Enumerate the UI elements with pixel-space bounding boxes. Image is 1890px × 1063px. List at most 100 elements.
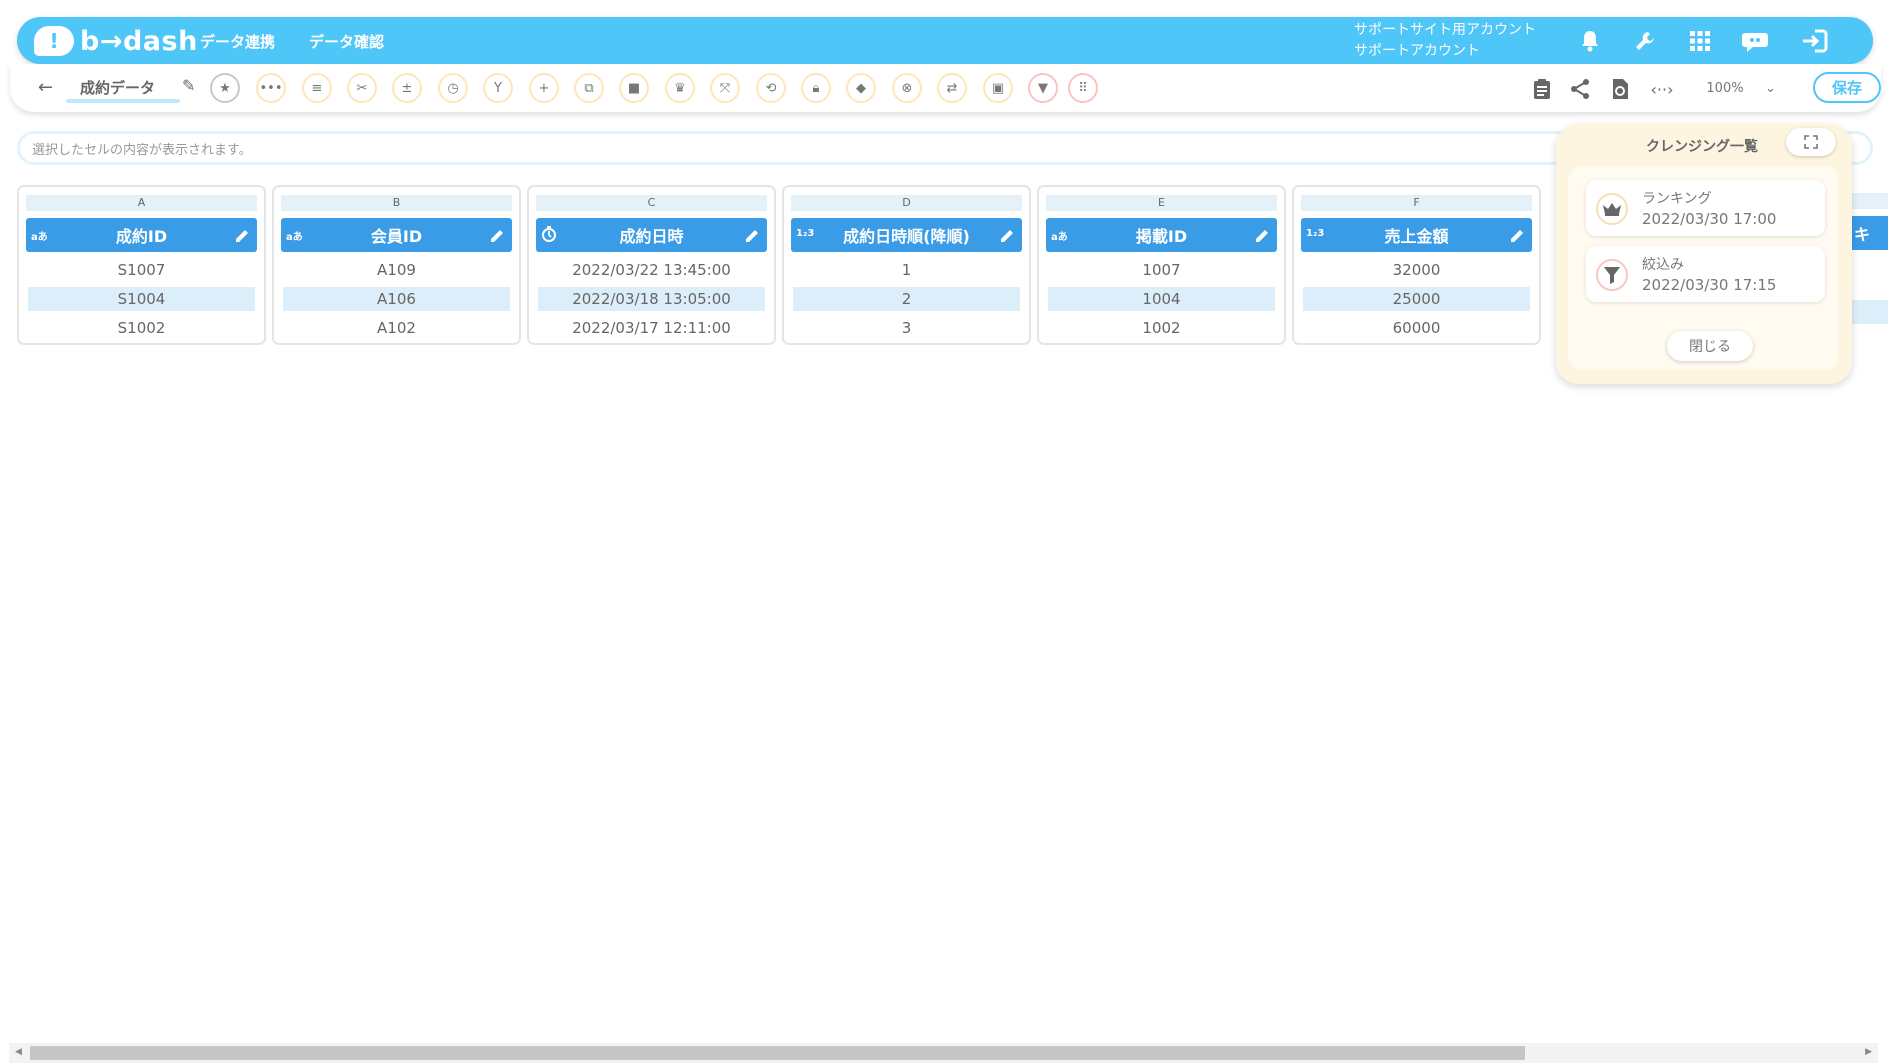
account-info[interactable]: サポートサイト用アカウント サポートアカウント: [1354, 20, 1536, 62]
table-cell[interactable]: 2: [793, 287, 1020, 311]
back-arrow-icon[interactable]: ←: [38, 77, 53, 98]
nav-data-check[interactable]: データ確認: [309, 31, 384, 52]
cleansing-item-ranking[interactable]: ランキング 2022/03/30 17:00: [1586, 180, 1825, 236]
column-letter[interactable]: A: [26, 195, 257, 211]
table-cell[interactable]: S1004: [28, 287, 255, 311]
remove-circle-icon[interactable]: ⊗: [892, 73, 922, 103]
history-file-icon[interactable]: [1607, 76, 1633, 102]
table-cell[interactable]: A102: [283, 316, 510, 340]
expand-arrows-icon[interactable]: ⤧: [710, 73, 740, 103]
clipboard-icon[interactable]: [1529, 76, 1555, 102]
code-icon[interactable]: ‹··›: [1649, 76, 1675, 102]
table-cell[interactable]: 32000: [1303, 258, 1530, 282]
cleansing-item-date: 2022/03/30 17:00: [1642, 210, 1777, 228]
filter-icon[interactable]: ▼: [1028, 73, 1058, 103]
cleansing-item-filter[interactable]: 絞込み 2022/03/30 17:15: [1586, 246, 1825, 302]
cleansing-item-name: 絞込み: [1642, 257, 1684, 273]
column-letter[interactable]: B: [281, 195, 512, 211]
nav-data-link[interactable]: データ連携: [200, 31, 275, 52]
repeat-icon[interactable]: ⟲: [756, 73, 786, 103]
column-card: Eaあ 掲載ID 1007 1004 1002: [1037, 185, 1286, 345]
column-letter[interactable]: D: [791, 195, 1022, 211]
column-header[interactable]: 1₂3 売上金額: [1301, 218, 1532, 252]
cut-tools-icon[interactable]: ✂: [347, 73, 377, 103]
scrollbar-thumb[interactable]: [30, 1046, 1525, 1060]
share-icon[interactable]: [1567, 76, 1593, 102]
cleansing-item-name: ランキング: [1642, 191, 1712, 207]
edit-pencil-icon[interactable]: [1508, 226, 1526, 244]
filter-icon: [1596, 259, 1628, 291]
calculate-icon[interactable]: ±: [392, 73, 422, 103]
logout-icon[interactable]: [1799, 25, 1831, 57]
edit-pencil-icon[interactable]: [998, 226, 1016, 244]
table-cell[interactable]: 2022/03/18 13:05:00: [538, 287, 765, 311]
table-cell[interactable]: 1007: [1048, 258, 1275, 282]
copy-icon[interactable]: ⧉: [574, 73, 604, 103]
logo[interactable]: ! b→dash: [34, 24, 198, 58]
apps-grid-icon[interactable]: [1684, 25, 1716, 57]
column-card: C 成約日時 2022/03/22 13:45:00 2022/03/18 13:05…: [527, 185, 776, 345]
rename-pencil-icon[interactable]: ✎: [182, 76, 195, 95]
column-letter[interactable]: C: [536, 195, 767, 211]
column-header[interactable]: 1₂3 成約日時順(降順): [791, 218, 1022, 252]
table-cell[interactable]: 25000: [1303, 287, 1530, 311]
edit-pencil-icon[interactable]: [488, 226, 506, 244]
table-cell[interactable]: S1007: [28, 258, 255, 282]
chevron-down-icon: ⌄: [1765, 80, 1776, 96]
frame-icon[interactable]: ▣: [983, 73, 1013, 103]
close-button[interactable]: 閉じる: [1667, 331, 1753, 361]
translate-icon[interactable]: ⇄: [937, 73, 967, 103]
table-cell[interactable]: 1: [793, 258, 1020, 282]
column-header[interactable]: aあ 成約ID: [26, 218, 257, 252]
chat-bot-icon[interactable]: [1739, 25, 1771, 57]
delete-icon[interactable]: ■: [619, 73, 649, 103]
type-badge: aあ: [286, 232, 303, 243]
column-card: F 1₂3 売上金額 32000 25000 60000: [1292, 185, 1541, 345]
column-name: 成約日時: [619, 227, 684, 246]
table-cell[interactable]: 2022/03/17 12:11:00: [538, 316, 765, 340]
save-button[interactable]: 保存: [1813, 72, 1881, 103]
add-icon[interactable]: +: [529, 73, 559, 103]
table-cell[interactable]: 60000: [1303, 316, 1530, 340]
table-cell[interactable]: A109: [283, 258, 510, 282]
text-lines-icon[interactable]: ≡: [302, 73, 332, 103]
more-dots-icon[interactable]: •••: [256, 73, 286, 103]
column-header[interactable]: キ: [1850, 216, 1888, 250]
favorite-star-icon[interactable]: ★: [210, 73, 240, 103]
timer-icon[interactable]: ◷: [438, 73, 468, 103]
lock-icon[interactable]: 🔒︎: [801, 73, 831, 103]
grid-settings-icon[interactable]: ⠿: [1068, 73, 1098, 103]
edit-pencil-icon[interactable]: [233, 226, 251, 244]
fullscreen-icon[interactable]: [1786, 128, 1836, 156]
table-cell[interactable]: 3: [793, 316, 1020, 340]
clock-type-icon: [541, 226, 557, 245]
wrench-icon[interactable]: [1629, 25, 1661, 57]
column-letter[interactable]: E: [1046, 195, 1277, 211]
table-cell[interactable]: 1004: [1048, 287, 1275, 311]
merge-icon[interactable]: Y: [483, 73, 513, 103]
scroll-right-icon[interactable]: ▶: [1865, 1047, 1872, 1057]
column-header[interactable]: aあ 会員ID: [281, 218, 512, 252]
ranking-crown-icon[interactable]: ♛: [665, 73, 695, 103]
package-icon[interactable]: ◆: [846, 73, 876, 103]
table-cell[interactable]: A106: [283, 287, 510, 311]
edit-pencil-icon[interactable]: [1253, 226, 1271, 244]
sheet-name-underline: [66, 99, 180, 103]
logo-text: b→dash: [80, 25, 198, 57]
table-cell[interactable]: 1002: [1048, 316, 1275, 340]
horizontal-scrollbar[interactable]: ◀ ▶: [9, 1043, 1878, 1063]
toolbar: ← 成約データ ✎ ★ ••• ≡ ✂ ± ◷ Y + ⧉ ■ ♛ ⤧ ⟲ 🔒︎…: [10, 64, 1881, 112]
table-cell[interactable]: 2022/03/22 13:45:00: [538, 258, 765, 282]
column-letter[interactable]: F: [1301, 195, 1532, 211]
zoom-value: 100%: [1706, 80, 1744, 96]
table-cell[interactable]: S1002: [28, 316, 255, 340]
scroll-left-icon[interactable]: ◀: [15, 1047, 22, 1057]
zoom-select[interactable]: 100% ⌄: [1685, 73, 1795, 103]
edit-pencil-icon[interactable]: [743, 226, 761, 244]
column-name: 会員ID: [370, 227, 423, 246]
logo-bubble-icon: !: [34, 26, 74, 56]
column-header[interactable]: 成約日時: [536, 218, 767, 252]
bell-icon[interactable]: [1574, 25, 1606, 57]
column-header[interactable]: aあ 掲載ID: [1046, 218, 1277, 252]
sheet-name[interactable]: 成約データ: [80, 77, 155, 98]
